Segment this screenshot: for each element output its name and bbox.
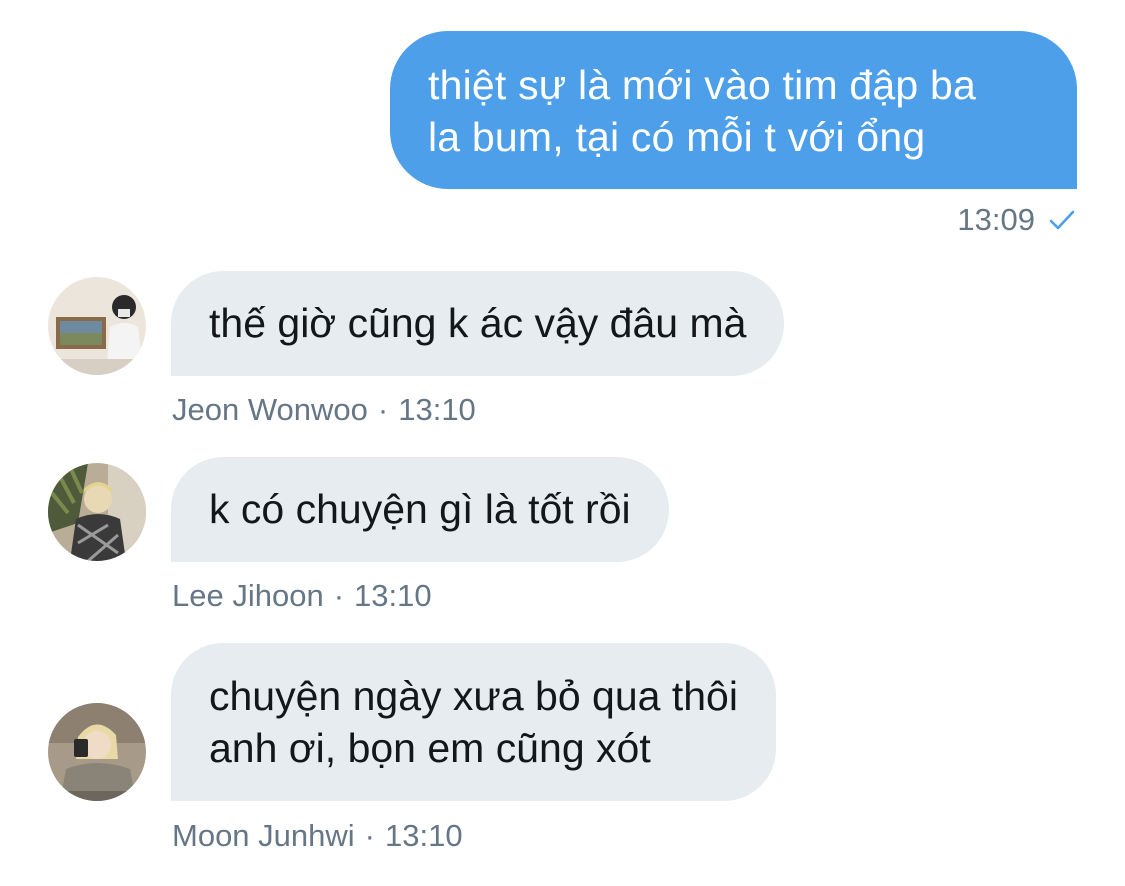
message-line: thiệt sự là mới vào tim đập ba [428, 62, 977, 108]
meta-separator: · [377, 392, 389, 427]
chat-thread: thiệt sự là mới vào tim đập ba la bum, t… [0, 0, 1125, 886]
sender-avatar[interactable] [48, 463, 146, 561]
incoming-message-bubble[interactable]: k có chuyện gì là tốt rồi [171, 457, 669, 562]
message-time: 13:10 [384, 818, 463, 853]
message-line: k có chuyện gì là tốt rồi [209, 486, 631, 532]
sender-avatar[interactable] [48, 277, 146, 375]
incoming-message-meta: Lee Jihoon · 13:10 [172, 578, 432, 614]
incoming-message-meta: Jeon Wonwoo · 13:10 [172, 392, 476, 428]
incoming-message-meta: Moon Junhwi · 13:10 [172, 818, 463, 854]
message-line: la bum, tại có mỗi t với ổng [428, 114, 926, 160]
outgoing-message-meta: 13:09 [957, 202, 1075, 238]
message-line: chuyện ngày xưa bỏ qua thôi [209, 673, 738, 719]
message-time: 13:10 [398, 392, 476, 427]
sender-avatar[interactable] [48, 703, 146, 801]
message-time: 13:09 [957, 202, 1035, 237]
message-line: anh ơi, bọn em cũng xót [209, 725, 651, 771]
meta-separator: · [333, 578, 345, 613]
message-time: 13:10 [354, 578, 432, 613]
incoming-message-bubble[interactable]: thế giờ cũng k ác vậy đâu mà [171, 271, 785, 376]
sender-name[interactable]: Jeon Wonwoo [172, 392, 368, 427]
check-icon [1049, 209, 1075, 231]
sender-name[interactable]: Moon Junhwi [172, 818, 355, 853]
incoming-message-bubble[interactable]: chuyện ngày xưa bỏ qua thôi anh ơi, bọn … [171, 643, 776, 801]
message-line: thế giờ cũng k ác vậy đâu mà [209, 300, 747, 346]
meta-separator: · [364, 818, 375, 853]
outgoing-message-bubble[interactable]: thiệt sự là mới vào tim đập ba la bum, t… [390, 31, 1077, 189]
sender-name[interactable]: Lee Jihoon [172, 578, 324, 613]
